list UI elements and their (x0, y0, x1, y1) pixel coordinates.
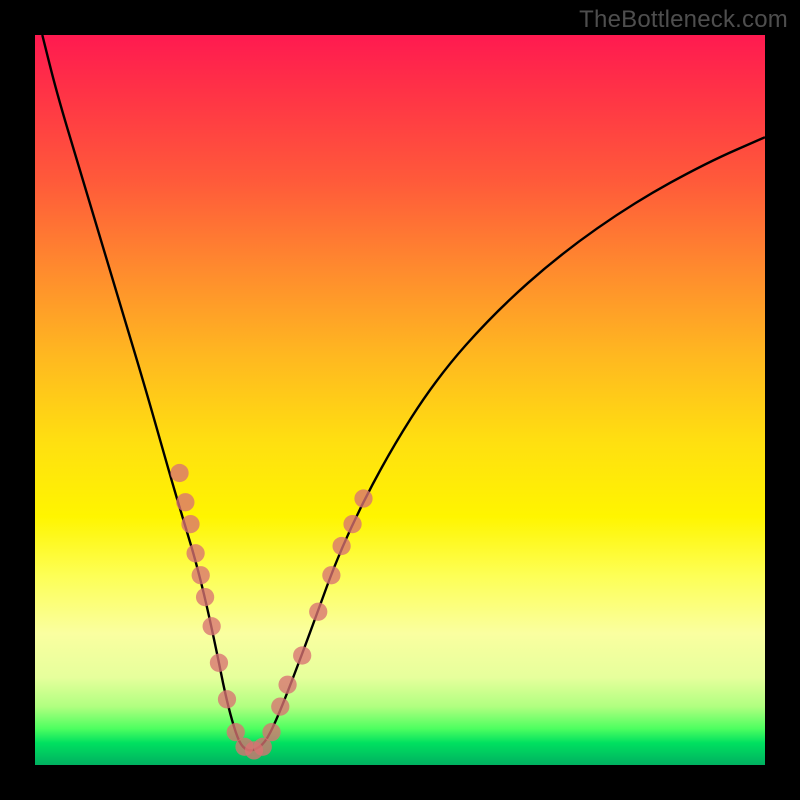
chart-svg (35, 35, 765, 765)
data-marker (203, 617, 221, 635)
watermark-text: TheBottleneck.com (579, 6, 788, 34)
data-marker (176, 493, 194, 511)
bottleneck-curve (42, 35, 765, 750)
data-marker (271, 697, 289, 715)
data-marker (293, 646, 311, 664)
data-marker (262, 723, 280, 741)
data-marker (332, 537, 350, 555)
data-marker (196, 588, 214, 606)
data-marker (186, 544, 204, 562)
data-marker (278, 676, 296, 694)
data-marker (322, 566, 340, 584)
data-marker (192, 566, 210, 584)
data-marker (181, 515, 199, 533)
data-marker (170, 464, 188, 482)
data-marker (343, 515, 361, 533)
data-marker (309, 603, 327, 621)
data-marker (210, 654, 228, 672)
data-marker (218, 690, 236, 708)
data-marker (354, 489, 372, 507)
plot-area (35, 35, 765, 765)
marker-group (170, 464, 372, 760)
chart-canvas: TheBottleneck.com (0, 0, 800, 800)
